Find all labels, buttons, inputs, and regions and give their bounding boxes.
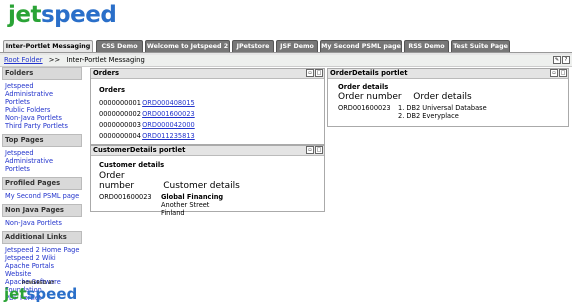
- orders-portlet-title: Orders: [93, 69, 120, 77]
- order-row: 0000000003 ORD000042000: [99, 120, 316, 131]
- sidebar-heading-top-pages: Top Pages: [2, 134, 82, 147]
- order-link[interactable]: ORD001600023: [142, 110, 195, 118]
- breadcrumb-root-link[interactable]: Root Folder: [4, 56, 43, 64]
- sidebar-item-public-folders[interactable]: Public Folders: [5, 106, 80, 114]
- customer-portlet-titlebar: CustomerDetails portlet ▫ □: [91, 146, 324, 156]
- orderdetails-order-number: ORD001600023: [338, 104, 391, 112]
- maximize-icon[interactable]: □: [315, 146, 323, 154]
- customer-col-order-number: Order number: [99, 171, 135, 191]
- order-link[interactable]: ORD000408015: [142, 99, 195, 107]
- sidebar-heading-additional-links: Additional Links: [2, 231, 82, 244]
- orders-portlet-titlebar: Orders ▫ □: [91, 69, 324, 79]
- sidebar-heading-non-java-pages: Non Java Pages: [2, 204, 82, 217]
- logo-part-speed: speed: [40, 2, 117, 28]
- customer-details-heading: Customer details: [99, 161, 165, 169]
- order-row-number: 0000000003: [99, 121, 141, 129]
- sidebar-item-non-java-portlets[interactable]: Non-Java Portlets: [5, 219, 80, 227]
- orderdetails-portlet-title: OrderDetails portlet: [330, 69, 408, 77]
- edit-icon[interactable]: ✎: [553, 56, 561, 64]
- orderdetails-col-order-details: Order details: [413, 92, 472, 102]
- order-link[interactable]: ORD000042000: [142, 121, 195, 129]
- customer-portlet-title: CustomerDetails portlet: [93, 146, 186, 154]
- sidebar-navigation: Folders Jetspeed Administrative Portlets…: [2, 67, 82, 304]
- customer-details-portlet: CustomerDetails portlet ▫ □ Customer deta…: [90, 145, 325, 217]
- minimize-icon[interactable]: ▫: [306, 146, 314, 154]
- customer-col-customer-details: Customer details: [163, 181, 240, 191]
- help-icon[interactable]: ?: [562, 56, 570, 64]
- logo-part-jet: jet: [8, 2, 41, 28]
- maximize-icon[interactable]: □: [559, 69, 567, 77]
- sidebar-item-my-second-psml[interactable]: My Second PSML page: [5, 192, 80, 200]
- order-row: 0000000004 ORD011235813: [99, 131, 316, 142]
- order-details-heading: Order details: [338, 83, 389, 91]
- order-row-number: 0000000001: [99, 99, 141, 107]
- breadcrumb: Root Folder >> Inter-Portlet Messaging ✎…: [0, 55, 572, 67]
- orders-portlet: Orders ▫ □ Orders 0000000001 ORD000408015…: [90, 68, 325, 145]
- sidebar-heading-profiled-pages: Profiled Pages: [2, 177, 82, 190]
- minimize-icon[interactable]: ▫: [306, 69, 314, 77]
- powered-by-jetspeed-logo: POWERED BY jetspeed: [4, 280, 78, 303]
- customer-street: Another Street: [161, 201, 210, 209]
- order-row-number: 0000000004: [99, 132, 141, 140]
- powered-by-part-speed: speed: [26, 285, 78, 303]
- order-row-number: 0000000002: [99, 110, 141, 118]
- orderdetails-portlet-titlebar: OrderDetails portlet ▫ □: [328, 69, 568, 79]
- minimize-icon[interactable]: ▫: [550, 69, 558, 77]
- link-jetspeed-home[interactable]: Jetspeed 2 Home Page: [5, 246, 80, 254]
- sidebar-item-non-java[interactable]: Non-Java Portlets: [5, 114, 80, 122]
- sidebar-item-third-party[interactable]: Third Party Portlets: [5, 122, 80, 130]
- order-row: 0000000002 ORD001600023: [99, 109, 316, 120]
- page-window-controls: ✎?: [552, 56, 570, 67]
- link-apache-portals[interactable]: Apache Portals Website: [5, 262, 80, 278]
- orderdetails-col-order-number: Order number: [338, 92, 402, 102]
- sidebar-heading-folders: Folders: [2, 67, 82, 80]
- jetspeed-logo: jetspeed: [8, 2, 117, 28]
- customer-country: Finland: [161, 209, 185, 217]
- sidebar-item-top-jetspeed-admin[interactable]: Jetspeed Administrative Portlets: [5, 149, 80, 173]
- powered-by-caption: POWERED BY: [22, 280, 55, 285]
- powered-by-part-jet: jet: [4, 285, 27, 303]
- order-item: 2. DB2 Everyplace: [398, 112, 459, 120]
- breadcrumb-current: Inter-Portlet Messaging: [66, 56, 145, 64]
- order-details-portlet: OrderDetails portlet ▫ □ Order details Or…: [327, 68, 569, 127]
- order-link[interactable]: ORD011235813: [142, 132, 195, 140]
- customer-order-number: ORD001600023: [99, 193, 152, 201]
- order-item: 1. DB2 Universal Database: [398, 104, 487, 112]
- link-jetspeed-wiki[interactable]: Jetspeed 2 Wiki: [5, 254, 80, 262]
- order-items-list: 1. DB2 Universal Database 2. DB2 Everypl…: [398, 104, 487, 120]
- sidebar-item-jetspeed-admin[interactable]: Jetspeed Administrative Portlets: [5, 82, 80, 106]
- customer-name: Global Financing: [161, 193, 224, 201]
- order-row: 0000000001 ORD000408015: [99, 98, 316, 109]
- orders-heading: Orders: [99, 86, 126, 94]
- maximize-icon[interactable]: □: [315, 69, 323, 77]
- breadcrumb-separator: >>: [48, 56, 61, 64]
